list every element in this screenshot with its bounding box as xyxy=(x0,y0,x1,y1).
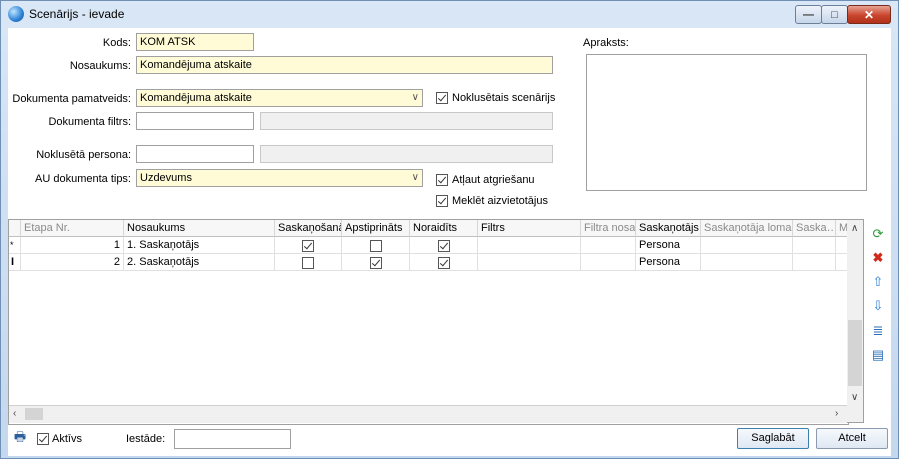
apraksts-label: Apraksts: xyxy=(583,37,629,49)
persona-label: Noklusētā persona: xyxy=(36,149,131,161)
persona-input[interactable] xyxy=(136,145,254,163)
delete-row-icon[interactable]: ✖ xyxy=(870,250,886,266)
table-cell-loma[interactable] xyxy=(701,237,793,254)
meklet-label: Meklēt aizvietotājus xyxy=(452,195,548,207)
apstiprinats-checkbox[interactable] xyxy=(369,257,382,269)
insert-row-icon[interactable]: ≣ xyxy=(870,323,886,339)
chevron-down-icon: ∨ xyxy=(411,92,419,103)
table-cell-saskanosana[interactable] xyxy=(275,254,342,271)
minimize-button[interactable]: — xyxy=(795,5,822,24)
aktivs-label: Aktīvs xyxy=(52,433,82,445)
scroll-right-icon[interactable]: › xyxy=(835,408,838,419)
table-cell-noraidits[interactable] xyxy=(410,254,478,271)
close-icon: ✕ xyxy=(863,7,875,22)
vertical-scrollbar[interactable]: ∧ ∨ xyxy=(847,219,864,423)
row-indicator: I xyxy=(9,254,21,271)
apraksts-textarea[interactable] xyxy=(586,54,867,191)
close-button[interactable]: ✕ xyxy=(847,5,891,24)
nosaukums-input[interactable]: Komandējuma atskaite xyxy=(136,56,553,74)
minimize-icon: — xyxy=(803,8,814,21)
pamatveids-label: Dokumenta pamatveids: xyxy=(12,93,131,105)
col-saskanotajs[interactable]: Saskaņotājs xyxy=(636,220,701,237)
table-cell-nr[interactable]: 1 xyxy=(21,237,124,254)
move-down-icon[interactable]: ⇩ xyxy=(870,298,886,314)
printer-icon[interactable]: 🖶 xyxy=(12,429,28,447)
col-etapa-nr[interactable]: Etapa Nr. xyxy=(21,220,124,237)
atlaut-checkbox[interactable] xyxy=(436,174,448,186)
noklusetais-checkbox[interactable] xyxy=(436,92,448,104)
col-saskanosana[interactable]: Saskaņošanā xyxy=(275,220,342,237)
cancel-button[interactable]: Atcelt xyxy=(816,428,888,449)
col-noraidits[interactable]: Noraidīts xyxy=(410,220,478,237)
au-tips-combobox[interactable]: Uzdevums ∨ xyxy=(136,169,423,187)
table-cell-saskanotajs[interactable]: Persona xyxy=(636,237,701,254)
pamatveids-value: Komandējuma atskaite xyxy=(140,92,252,104)
noklusetais-label: Noklusētais scenārijs xyxy=(452,92,556,104)
app-globe-icon xyxy=(8,6,24,22)
table-cell-apstiprinats[interactable] xyxy=(342,237,410,254)
table-cell-saskanotajs[interactable]: Persona xyxy=(636,254,701,271)
table-cell-saskanosana[interactable] xyxy=(275,237,342,254)
au-tips-value: Uzdevums xyxy=(140,172,192,184)
filtrs-description-field xyxy=(260,112,553,130)
atlaut-label: Atļaut atgriešanu xyxy=(452,174,535,186)
noraidits-checkbox[interactable] xyxy=(437,240,450,252)
table-cell-saska[interactable] xyxy=(793,237,836,254)
scroll-left-icon[interactable]: ‹ xyxy=(13,408,16,419)
table-cell-filtrs[interactable] xyxy=(478,254,581,271)
table-cell-apstiprinats[interactable] xyxy=(342,254,410,271)
table-cell-filtra-nos[interactable] xyxy=(581,254,636,271)
iestade-label: Iestāde: xyxy=(126,433,166,445)
table-cell-noraidits[interactable] xyxy=(410,237,478,254)
nosaukums-label: Nosaukums: xyxy=(69,60,131,72)
table-cell-name[interactable]: 1. Saskaņotājs xyxy=(124,237,275,254)
filtrs-input[interactable] xyxy=(136,112,254,130)
horizontal-scroll-thumb[interactable] xyxy=(25,408,43,420)
scroll-down-icon[interactable]: ∨ xyxy=(851,392,858,403)
col-apstiprinats[interactable]: Apstiprināts xyxy=(342,220,410,237)
col-nosaukums[interactable]: Nosaukums xyxy=(124,220,275,237)
kods-input[interactable]: KOM ATSK xyxy=(136,33,254,51)
saskanosana-checkbox[interactable] xyxy=(302,240,314,252)
window-title: Scenārijs - ievade xyxy=(29,7,125,21)
filtrs-label: Dokumenta filtrs: xyxy=(48,116,131,128)
grid-corner xyxy=(9,220,21,237)
title-bar: Scenārijs - ievade — □ ✕ xyxy=(1,1,898,27)
move-up-icon[interactable]: ⇧ xyxy=(870,274,886,290)
row-indicator: * xyxy=(9,237,21,254)
form-area: Kods: KOM ATSK Nosaukums: Komandējuma at… xyxy=(8,28,891,456)
table-cell-filtra-nos[interactable] xyxy=(581,237,636,254)
stages-grid: Etapa Nr. Nosaukums Saskaņošanā Apstipri… xyxy=(8,219,849,425)
col-saska[interactable]: Saska… xyxy=(793,220,836,237)
col-saskanotaja-loma[interactable]: Saskaņotāja loma xyxy=(701,220,793,237)
pamatveids-combobox[interactable]: Komandējuma atskaite ∨ xyxy=(136,89,423,107)
edit-row-icon[interactable]: ▤ xyxy=(870,347,886,363)
table-cell-nr[interactable]: 2 xyxy=(21,254,124,271)
table-cell-name[interactable]: 2. Saskaņotājs xyxy=(124,254,275,271)
save-button[interactable]: Saglabāt xyxy=(737,428,809,449)
table-cell-saska[interactable] xyxy=(793,254,836,271)
scenario-window: Scenārijs - ievade — □ ✕ Kods: KOM ATSK … xyxy=(0,0,899,459)
maximize-button[interactable]: □ xyxy=(821,5,848,24)
add-row-icon[interactable]: ⟳ xyxy=(870,226,886,242)
vertical-scroll-thumb[interactable] xyxy=(848,320,862,386)
aktivs-checkbox[interactable] xyxy=(37,433,49,445)
noraidits-checkbox[interactable] xyxy=(437,257,450,269)
au-tips-label: AU dokumenta tips: xyxy=(35,173,131,185)
apstiprinats-checkbox[interactable] xyxy=(369,240,382,252)
iestade-input[interactable] xyxy=(174,429,291,449)
col-filtrs[interactable]: Filtrs xyxy=(478,220,581,237)
kods-label: Kods: xyxy=(102,37,131,49)
meklet-checkbox[interactable] xyxy=(436,195,448,207)
scroll-up-icon[interactable]: ∧ xyxy=(851,223,858,234)
table-cell-loma[interactable] xyxy=(701,254,793,271)
maximize-icon: □ xyxy=(831,8,838,21)
table-cell-filtrs[interactable] xyxy=(478,237,581,254)
col-filtra-nosaukums[interactable]: Filtra nosa xyxy=(581,220,636,237)
chevron-down-icon: ∨ xyxy=(411,172,419,183)
horizontal-scrollbar[interactable]: ‹ › xyxy=(9,405,848,423)
persona-description-field xyxy=(260,145,553,163)
saskanosana-checkbox[interactable] xyxy=(302,257,314,269)
